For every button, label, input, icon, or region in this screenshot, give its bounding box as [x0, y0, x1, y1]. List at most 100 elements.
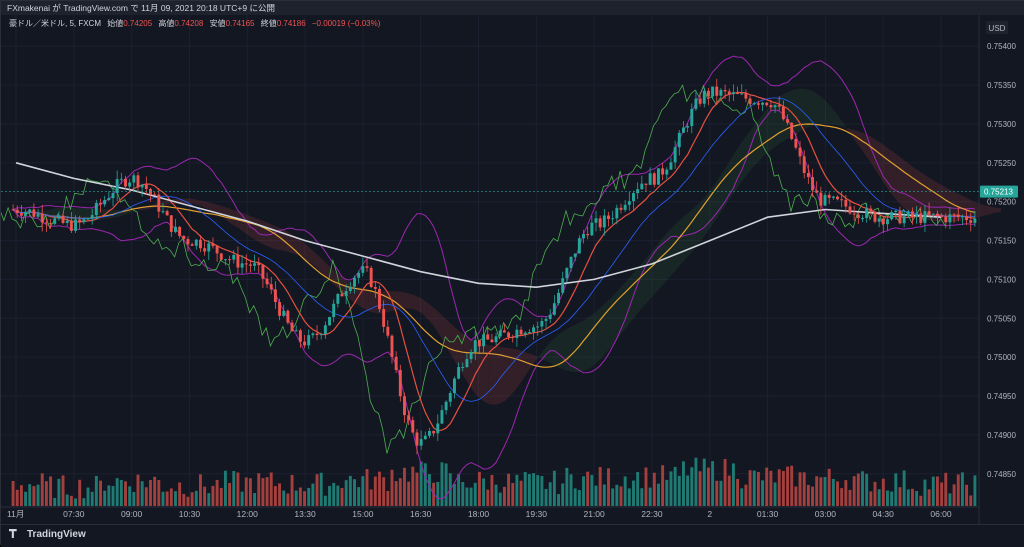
- volume-bar: [398, 478, 402, 506]
- volume-bar: [198, 474, 202, 506]
- volume-bar: [436, 481, 440, 506]
- volume-bar: [294, 490, 298, 506]
- volume-bar: [244, 477, 248, 506]
- volume-bar: [248, 478, 252, 506]
- volume-bar: [536, 475, 540, 506]
- time-tick-label: 2: [707, 509, 712, 519]
- volume-bar: [194, 490, 198, 506]
- volume-bar: [332, 482, 336, 506]
- volume-bar: [973, 475, 977, 506]
- volume-bar: [253, 493, 257, 506]
- time-tick-label: 10:30: [179, 509, 201, 519]
- volume-bar: [669, 471, 673, 506]
- volume-bar: [407, 481, 411, 506]
- volume-bar: [765, 467, 769, 506]
- volume-bar: [873, 481, 877, 506]
- volume-bar: [869, 491, 873, 506]
- volume-bar: [565, 467, 569, 506]
- volume-bar: [469, 487, 473, 506]
- volume-bar: [848, 489, 852, 506]
- open-label: 始値: [107, 19, 124, 28]
- volume-bar: [74, 498, 77, 506]
- ohlc-legend: 豪ドル／米ドル, 5, FXCM 始値0.74205 高値0.74208 安値0…: [9, 18, 380, 30]
- volume-bar: [611, 488, 615, 506]
- currency-label[interactable]: USD: [989, 24, 1006, 33]
- candle: [286, 309, 290, 325]
- volume-bar: [128, 486, 132, 506]
- volume-bar: [353, 479, 356, 506]
- volume-bar: [357, 487, 361, 506]
- volume-bar: [552, 470, 556, 506]
- volume-bar: [240, 491, 244, 506]
- tradingview-logo[interactable]: TradingView: [9, 529, 86, 540]
- volume-bar: [802, 472, 806, 506]
- volume-bar: [415, 472, 419, 506]
- volume-bar: [919, 495, 923, 506]
- chart-window: FXmakenai が TradingView.com で 11月 09, 20…: [0, 0, 1024, 547]
- volume-bar: [636, 472, 640, 506]
- volume-bar: [548, 482, 552, 506]
- volume-bar: [532, 473, 536, 506]
- volume-bar: [836, 481, 839, 506]
- volume-bar: [219, 487, 223, 506]
- volume-bar: [107, 485, 111, 506]
- volume-bar: [273, 486, 277, 506]
- volume-bar: [411, 466, 415, 506]
- volume-bar: [269, 472, 273, 506]
- price-tick-label: 0.75000: [987, 353, 1016, 362]
- volume-bar: [731, 463, 735, 506]
- volume-bar: [174, 491, 177, 506]
- volume-bar: [877, 489, 881, 506]
- volume-bar: [644, 467, 648, 506]
- close-value: 0.74186: [276, 19, 306, 28]
- candle: [657, 168, 660, 185]
- volume-bar: [465, 487, 469, 506]
- volume-bar: [311, 483, 315, 506]
- volume-bar: [706, 467, 710, 506]
- price-tick-label: 0.75300: [987, 120, 1016, 129]
- volume-bar: [569, 474, 573, 506]
- volume-bar: [486, 489, 490, 506]
- volume-bar: [211, 485, 215, 506]
- volume-bar: [161, 491, 165, 506]
- volume-bar: [527, 474, 531, 506]
- volume-bar: [69, 495, 73, 506]
- volume-bar: [619, 486, 623, 506]
- time-tick-label: 15:00: [352, 509, 374, 519]
- volume-bar: [394, 481, 398, 506]
- symbol-name[interactable]: 豪ドル／米ドル, 5, FXCM: [9, 19, 101, 28]
- volume-bar: [665, 479, 669, 506]
- price-tick-label: 0.75150: [987, 237, 1016, 246]
- volume-bar: [819, 477, 823, 506]
- candle: [873, 210, 877, 224]
- price-chart[interactable]: 0.75400 0.75350 0.75300 0.75250 0.75200 0.751…: [1, 1, 1024, 546]
- tv-logo-icon: [9, 529, 17, 538]
- volume-bar: [24, 491, 28, 506]
- volume-bar: [865, 473, 869, 506]
- volume-bar: [648, 487, 652, 506]
- volume-bar: [286, 493, 290, 506]
- volume-bar: [190, 492, 194, 506]
- volume-bar: [815, 476, 819, 506]
- volume-bar: [902, 470, 906, 506]
- volume-bar: [78, 479, 82, 506]
- high-value: 0.74208: [174, 19, 204, 28]
- volume-bar: [44, 481, 48, 506]
- volume-bar: [590, 474, 594, 506]
- volume-bar: [236, 472, 240, 506]
- volume-bar: [952, 484, 956, 506]
- volume-bar: [502, 486, 506, 506]
- volume-bar: [677, 475, 681, 506]
- volume-bar: [340, 488, 344, 506]
- volume-bar: [840, 488, 844, 506]
- volume-bar: [390, 469, 394, 506]
- volume-bar: [686, 475, 690, 506]
- volume-bar: [661, 465, 665, 506]
- volume-bar: [228, 483, 232, 506]
- time-tick-label: 21:00: [583, 509, 605, 519]
- volume-bar: [28, 484, 32, 506]
- volume-bar: [956, 474, 960, 506]
- volume-bar: [573, 488, 577, 506]
- volume-bar: [452, 483, 456, 506]
- volume-bar: [182, 493, 186, 506]
